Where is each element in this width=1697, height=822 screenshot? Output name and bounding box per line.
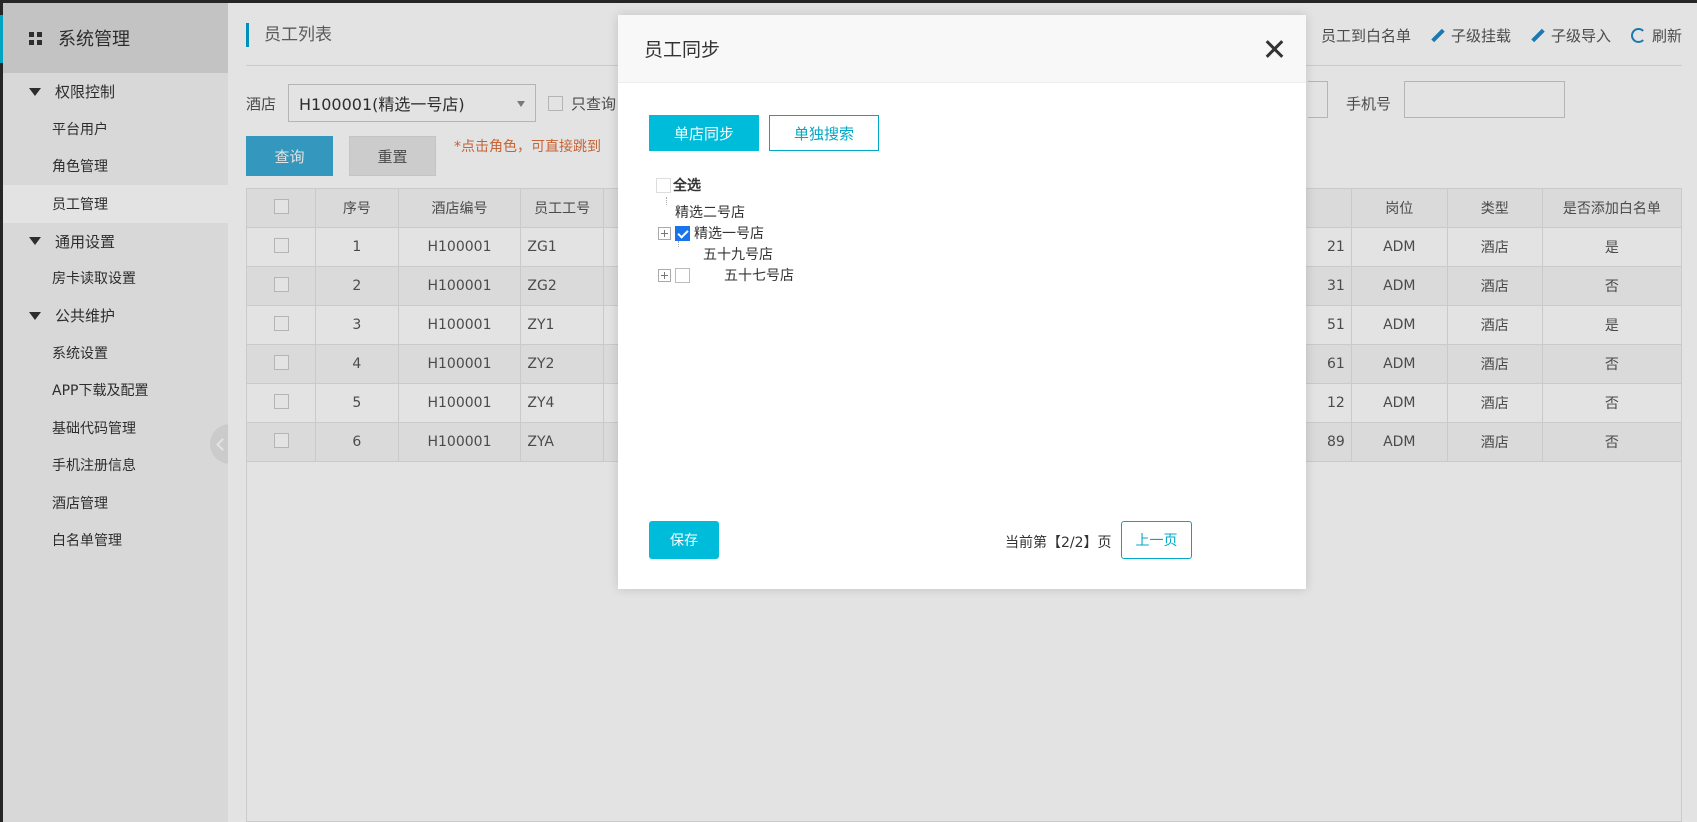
tree-connector	[666, 197, 667, 205]
tree-select-all[interactable]: 全选	[656, 175, 701, 195]
tree-node-label: 精选二号店	[675, 205, 745, 221]
employee-sync-modal: 员工同步 单店同步 单独搜索 全选 精选二号店 精选一号店 五十九号店 五十七号…	[618, 15, 1306, 589]
page-info: 当前第【2/2】页	[1005, 535, 1112, 551]
tree-node-checkbox[interactable]	[675, 267, 690, 283]
tree-node[interactable]: 五十七号店	[658, 265, 794, 285]
close-icon[interactable]	[1264, 39, 1284, 59]
tree-node-checkbox[interactable]	[675, 225, 690, 241]
expand-icon[interactable]	[658, 226, 671, 240]
select-all-checkbox[interactable]	[656, 177, 671, 193]
tree-node[interactable]: 精选二号店	[675, 202, 745, 222]
tree-node-label: 五十九号店	[703, 247, 773, 263]
tree-node[interactable]: 五十九号店	[703, 244, 773, 264]
tab-single-search[interactable]: 单独搜索	[769, 115, 879, 151]
select-all-label: 全选	[673, 178, 701, 194]
modal-title: 员工同步	[644, 39, 721, 61]
modal-header: 员工同步	[618, 15, 1306, 83]
tab-single-store-sync[interactable]: 单店同步	[649, 115, 759, 151]
save-button[interactable]: 保存	[649, 521, 719, 559]
tree-node[interactable]: 精选一号店	[658, 223, 764, 243]
tree-connector	[678, 241, 679, 247]
expand-icon[interactable]	[658, 268, 671, 282]
tree-node-label: 精选一号店	[694, 226, 764, 242]
tree-node-label: 五十七号店	[724, 268, 794, 284]
prev-page-button[interactable]: 上一页	[1121, 521, 1192, 559]
